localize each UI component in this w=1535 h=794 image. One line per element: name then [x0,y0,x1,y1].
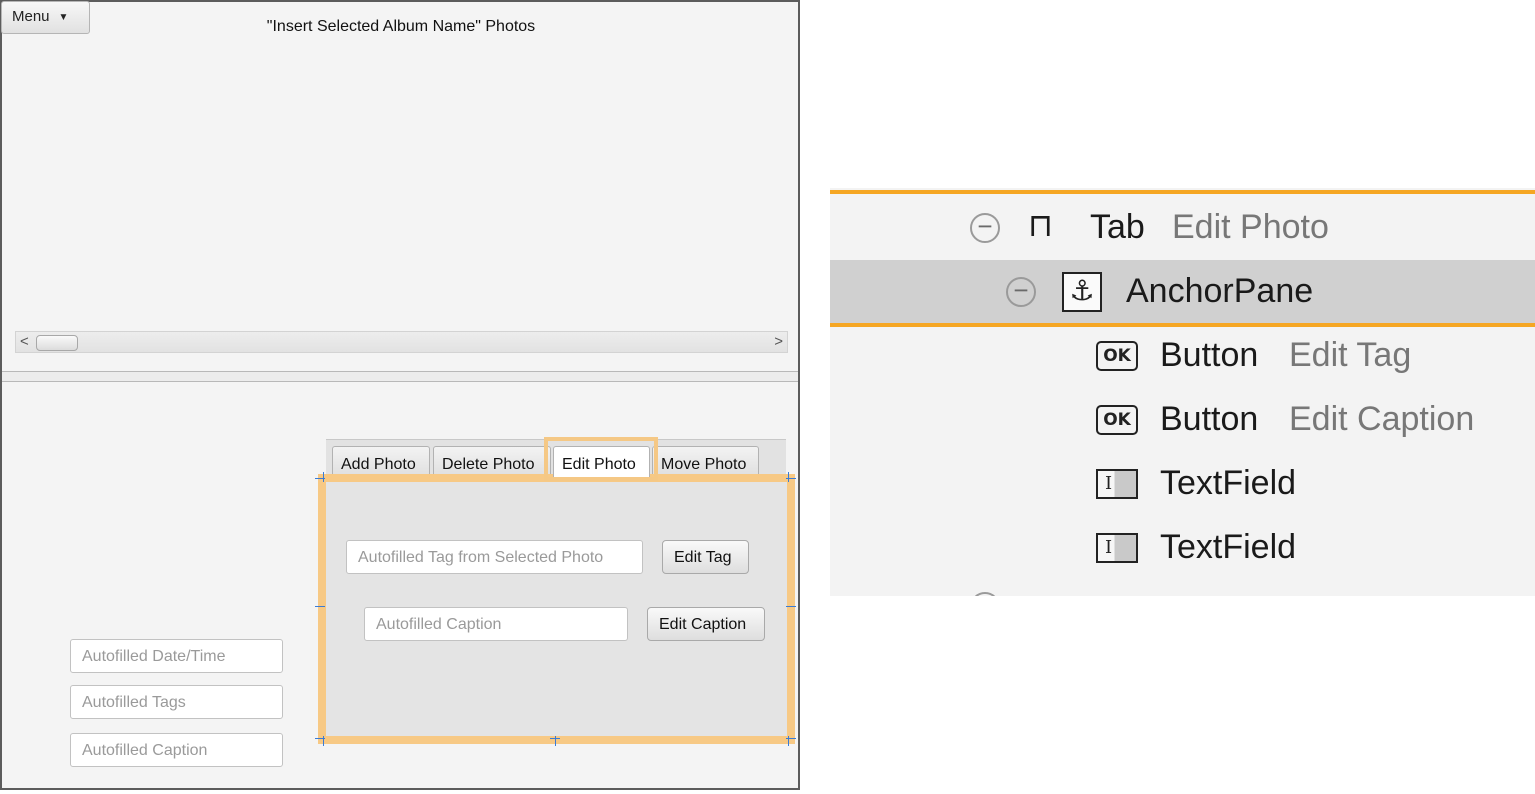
textfield-icon: I [1096,533,1138,563]
hierarchy-name: Edit Caption [1289,400,1475,438]
edit-tag-field[interactable]: Autofilled Tag from Selected Photo [346,540,643,574]
anchor-marker [323,736,324,746]
collapse-icon[interactable]: − [970,213,1000,243]
split-pane-divider[interactable] [2,371,798,382]
scroll-thumb[interactable] [36,335,78,351]
tab-edit-photo[interactable]: Edit Photo [553,446,650,481]
hierarchy-row-textfield[interactable]: I TextField [830,516,1535,580]
hierarchy-row-tab[interactable]: − ⊓ Tab Edit Photo [830,196,1535,260]
album-title: "Insert Selected Album Name" Photos [266,18,536,35]
tab-label: Add Photo [341,456,416,473]
ok-button-icon: OK [1096,405,1138,435]
scroll-right-icon[interactable]: > [774,333,783,350]
datetime-placeholder: Autofilled Date/Time [82,648,226,665]
collapse-icon[interactable] [970,592,1000,596]
hierarchy-type: Tab [1090,208,1145,246]
hierarchy-type: Button [1160,336,1259,374]
tags-placeholder: Autofilled Tags [82,694,186,711]
tab-label: Delete Photo [442,456,535,473]
caption-field[interactable]: Autofilled Caption [70,733,283,767]
preview-window: Menu ▼ "Insert Selected Album Name" Phot… [0,0,800,790]
hierarchy-row-button-edit-tag[interactable]: OK Button Edit Tag [830,324,1535,388]
scroll-left-icon[interactable]: < [20,333,29,350]
hierarchy-row-anchorpane[interactable]: − ⚓ AnchorPane [830,260,1535,324]
anchor-marker [315,606,325,607]
edit-tag-button[interactable]: Edit Tag [662,540,749,574]
horizontal-scrollbar[interactable]: < > [15,331,788,353]
hierarchy-row-textfield[interactable]: I TextField [830,452,1535,516]
tags-field[interactable]: Autofilled Tags [70,685,283,719]
edit-caption-button[interactable]: Edit Caption [647,607,765,641]
datetime-field[interactable]: Autofilled Date/Time [70,639,283,673]
edit-tag-placeholder: Autofilled Tag from Selected Photo [358,549,604,566]
edit-caption-placeholder: Autofilled Caption [376,616,502,633]
hierarchy-panel: − ⊓ Tab Edit Photo − ⚓ AnchorPane OK But… [830,188,1535,596]
tab-label: Move Photo [661,456,747,473]
anchor-marker [786,606,796,607]
hierarchy-type: TextField [1160,528,1297,566]
ok-button-icon: OK [1096,341,1138,371]
edit-caption-field[interactable]: Autofilled Caption [364,607,628,641]
anchor-marker [555,736,556,746]
tab-icon: ⊓ [1028,207,1053,243]
anchor-marker [788,472,789,482]
tab-label: Edit Photo [562,456,636,473]
hierarchy-name: Edit Photo [1172,208,1329,246]
hierarchy-type: TextField [1160,464,1297,502]
hierarchy-row-button-edit-caption[interactable]: OK Button Edit Caption [830,388,1535,452]
caption-placeholder: Autofilled Caption [82,742,208,759]
collapse-icon[interactable]: − [1006,277,1036,307]
hierarchy-type: Button [1160,400,1259,438]
textfield-icon: I [1096,469,1138,499]
anchor-icon: ⚓ [1062,272,1102,312]
drop-target-top-line [830,190,1535,194]
anchor-marker [788,736,789,746]
anchor-marker [323,472,324,482]
hierarchy-type: AnchorPane [1126,272,1314,310]
hierarchy-name: Edit Tag [1289,336,1412,374]
